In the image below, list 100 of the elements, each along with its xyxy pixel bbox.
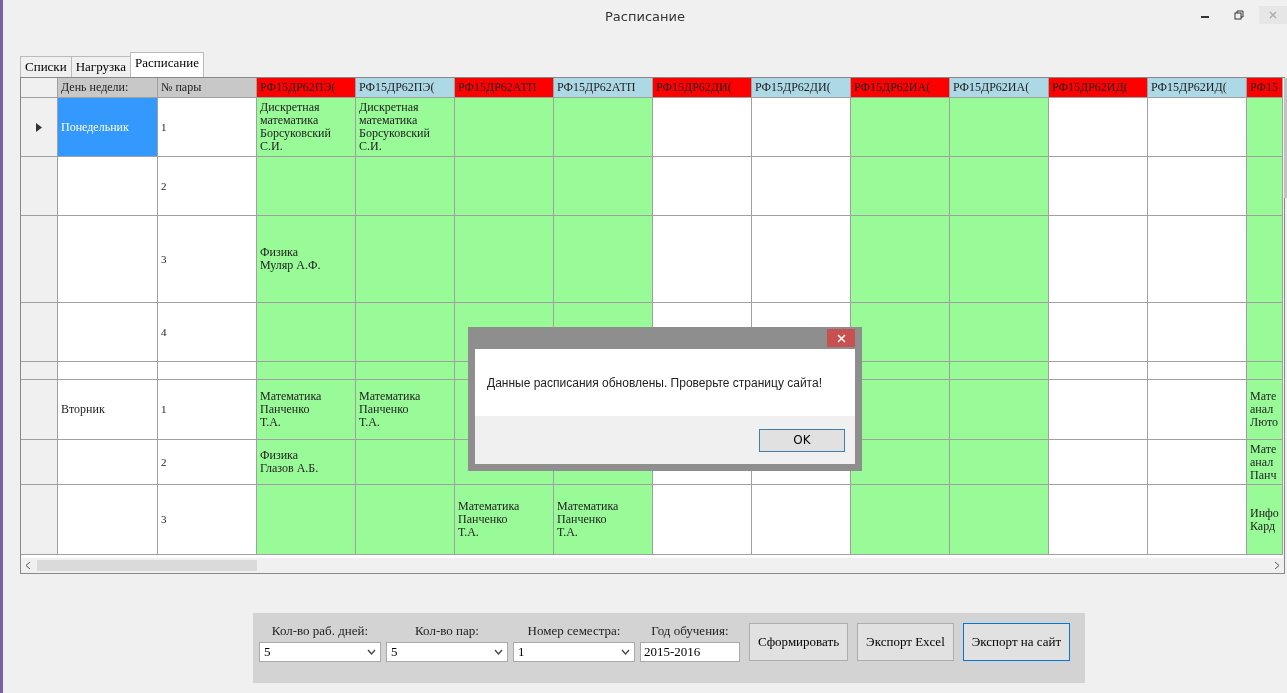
- column-header[interactable]: РФ15: [1247, 78, 1283, 98]
- schedule-cell[interactable]: [950, 303, 1049, 362]
- schedule-cell[interactable]: [653, 157, 752, 216]
- schedule-cell[interactable]: [356, 362, 455, 380]
- column-header[interactable]: РФ15ДР62ИА(: [950, 78, 1049, 98]
- schedule-cell[interactable]: [653, 485, 752, 555]
- schedule-cell[interactable]: [356, 440, 455, 485]
- schedule-cell[interactable]: [950, 98, 1049, 157]
- schedule-cell[interactable]: Инфо Кард: [1247, 485, 1283, 555]
- day-cell[interactable]: [58, 157, 158, 216]
- schedule-cell[interactable]: [554, 157, 653, 216]
- schedule-cell[interactable]: [1247, 303, 1283, 362]
- schedule-cell[interactable]: [1049, 440, 1148, 485]
- row-header[interactable]: [21, 303, 58, 362]
- schedule-cell[interactable]: [1148, 485, 1247, 555]
- column-header[interactable]: РФ15ДР62ИА(: [851, 78, 950, 98]
- column-header[interactable]: РФ15ДР62ИД(: [1049, 78, 1148, 98]
- schedule-cell[interactable]: [950, 440, 1049, 485]
- schedule-cell[interactable]: [356, 303, 455, 362]
- schedule-cell[interactable]: [1148, 216, 1247, 303]
- dropdown[interactable]: 5: [259, 642, 381, 662]
- schedule-cell[interactable]: [1148, 380, 1247, 440]
- row-header[interactable]: [21, 98, 58, 157]
- schedule-cell[interactable]: [851, 98, 950, 157]
- schedule-cell[interactable]: [653, 216, 752, 303]
- year-field[interactable]: 2015-2016: [640, 642, 740, 662]
- schedule-cell[interactable]: [653, 98, 752, 157]
- row-header[interactable]: [21, 216, 58, 303]
- schedule-cell[interactable]: [752, 157, 851, 216]
- schedule-cell[interactable]: Физика Муляр А.Ф.: [257, 216, 356, 303]
- schedule-cell[interactable]: [356, 216, 455, 303]
- schedule-cell[interactable]: [1049, 216, 1148, 303]
- column-header[interactable]: РФ15ДР62АТП: [455, 78, 554, 98]
- day-cell[interactable]: [58, 440, 158, 485]
- day-cell[interactable]: [58, 216, 158, 303]
- column-header[interactable]: РФ15ДР62ИД(: [1148, 78, 1247, 98]
- day-cell[interactable]: Вторник: [58, 380, 158, 440]
- schedule-cell[interactable]: [1148, 157, 1247, 216]
- schedule-cell[interactable]: [257, 303, 356, 362]
- column-header[interactable]: РФ15ДР62ДИ(: [653, 78, 752, 98]
- schedule-cell[interactable]: [851, 485, 950, 555]
- schedule-cell[interactable]: [1148, 440, 1247, 485]
- schedule-cell[interactable]: [1148, 362, 1247, 380]
- chevron-down-icon[interactable]: [367, 649, 376, 655]
- row-header[interactable]: [21, 485, 58, 555]
- schedule-cell[interactable]: Математика Панченко Т.А.: [554, 485, 653, 555]
- schedule-cell[interactable]: [851, 440, 950, 485]
- corner-header[interactable]: [21, 78, 58, 98]
- action-button[interactable]: Экспорт Excel: [857, 623, 954, 661]
- schedule-cell[interactable]: [1247, 362, 1283, 380]
- close-icon[interactable]: [827, 329, 855, 347]
- schedule-cell[interactable]: [1049, 303, 1148, 362]
- schedule-cell[interactable]: Дискретная математика Борсуковский С.И.: [257, 98, 356, 157]
- schedule-cell[interactable]: [1247, 216, 1283, 303]
- column-header[interactable]: День недели:: [58, 78, 158, 98]
- schedule-cell[interactable]: [950, 380, 1049, 440]
- schedule-cell[interactable]: [455, 157, 554, 216]
- scroll-thumb[interactable]: [1283, 78, 1287, 198]
- column-header[interactable]: РФ15ДР62ДИ(: [752, 78, 851, 98]
- schedule-cell[interactable]: Математика Панченко Т.А.: [257, 380, 356, 440]
- scroll-right-icon[interactable]: [1274, 561, 1280, 570]
- schedule-cell[interactable]: [950, 157, 1049, 216]
- schedule-cell[interactable]: [455, 98, 554, 157]
- schedule-cell[interactable]: [851, 303, 950, 362]
- schedule-cell[interactable]: [752, 485, 851, 555]
- schedule-cell[interactable]: [950, 362, 1049, 380]
- schedule-cell[interactable]: [554, 98, 653, 157]
- schedule-cell[interactable]: [1049, 157, 1148, 216]
- schedule-cell[interactable]: Дискретная математика Борсуковский С.И.: [356, 98, 455, 157]
- schedule-cell[interactable]: [851, 216, 950, 303]
- schedule-cell[interactable]: [356, 485, 455, 555]
- schedule-cell[interactable]: [257, 157, 356, 216]
- schedule-cell[interactable]: [1247, 157, 1283, 216]
- column-header[interactable]: № пары: [158, 78, 257, 98]
- schedule-cell[interactable]: [1049, 380, 1148, 440]
- day-cell[interactable]: [58, 485, 158, 555]
- schedule-cell[interactable]: [1049, 362, 1148, 380]
- schedule-cell[interactable]: [950, 216, 1049, 303]
- day-cell[interactable]: [58, 303, 158, 362]
- schedule-cell[interactable]: Математика Панченко Т.А.: [455, 485, 554, 555]
- row-header[interactable]: [21, 362, 58, 380]
- column-header[interactable]: РФ15ДР62АТП: [554, 78, 653, 98]
- schedule-cell[interactable]: [257, 362, 356, 380]
- scroll-left-icon[interactable]: [25, 561, 31, 570]
- close-icon[interactable]: [1259, 6, 1287, 24]
- schedule-cell[interactable]: [1148, 98, 1247, 157]
- schedule-cell[interactable]: [455, 216, 554, 303]
- action-button[interactable]: Сформировать: [749, 623, 849, 661]
- schedule-cell[interactable]: [1247, 98, 1283, 157]
- schedule-cell[interactable]: [752, 98, 851, 157]
- schedule-cell[interactable]: [851, 157, 950, 216]
- chevron-down-icon[interactable]: [621, 649, 630, 655]
- row-header[interactable]: [21, 380, 58, 440]
- schedule-cell[interactable]: [950, 485, 1049, 555]
- action-button[interactable]: Экспорт на сайт: [962, 623, 1071, 661]
- schedule-cell[interactable]: Мате анал Люто: [1247, 380, 1283, 440]
- tab[interactable]: Нагрузка: [70, 56, 131, 77]
- schedule-cell[interactable]: [356, 157, 455, 216]
- schedule-cell[interactable]: [1148, 303, 1247, 362]
- column-header[interactable]: РФ15ДР62ПЭ(: [356, 78, 455, 98]
